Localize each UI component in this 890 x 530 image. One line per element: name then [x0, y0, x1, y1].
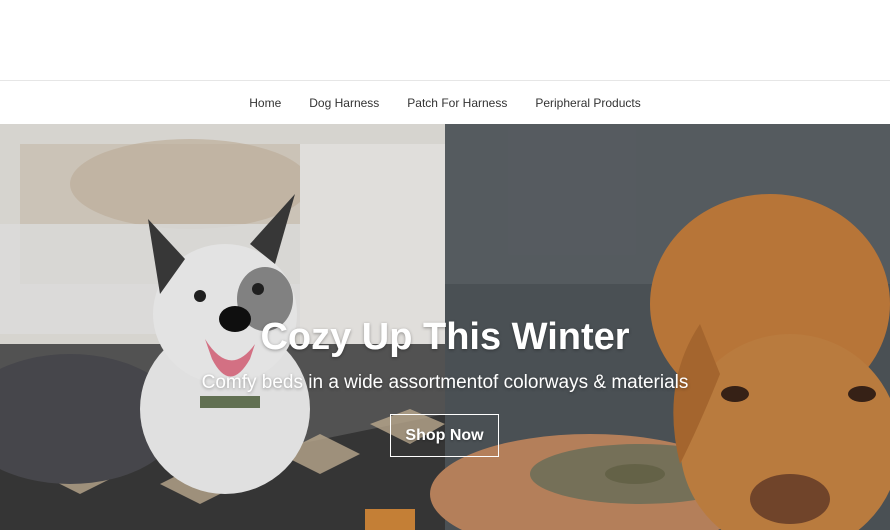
- hero-banner: Cozy Up This Winter Comfy beds in a wide…: [0, 124, 890, 530]
- nav-item-peripheral-products[interactable]: Peripheral Products: [535, 96, 640, 110]
- hero-title: Cozy Up This Winter: [260, 316, 630, 358]
- nav-item-home[interactable]: Home: [249, 96, 281, 110]
- nav-item-patch-for-harness[interactable]: Patch For Harness: [407, 96, 507, 110]
- shop-now-button[interactable]: Shop Now: [390, 414, 499, 457]
- page: Home Dog Harness Patch For Harness Perip…: [0, 0, 890, 530]
- site-header: [0, 0, 890, 81]
- hero-subtitle: Comfy beds in a wide assortmentof colorw…: [201, 372, 689, 393]
- main-navigation: Home Dog Harness Patch For Harness Perip…: [0, 81, 890, 124]
- nav-item-dog-harness[interactable]: Dog Harness: [309, 96, 379, 110]
